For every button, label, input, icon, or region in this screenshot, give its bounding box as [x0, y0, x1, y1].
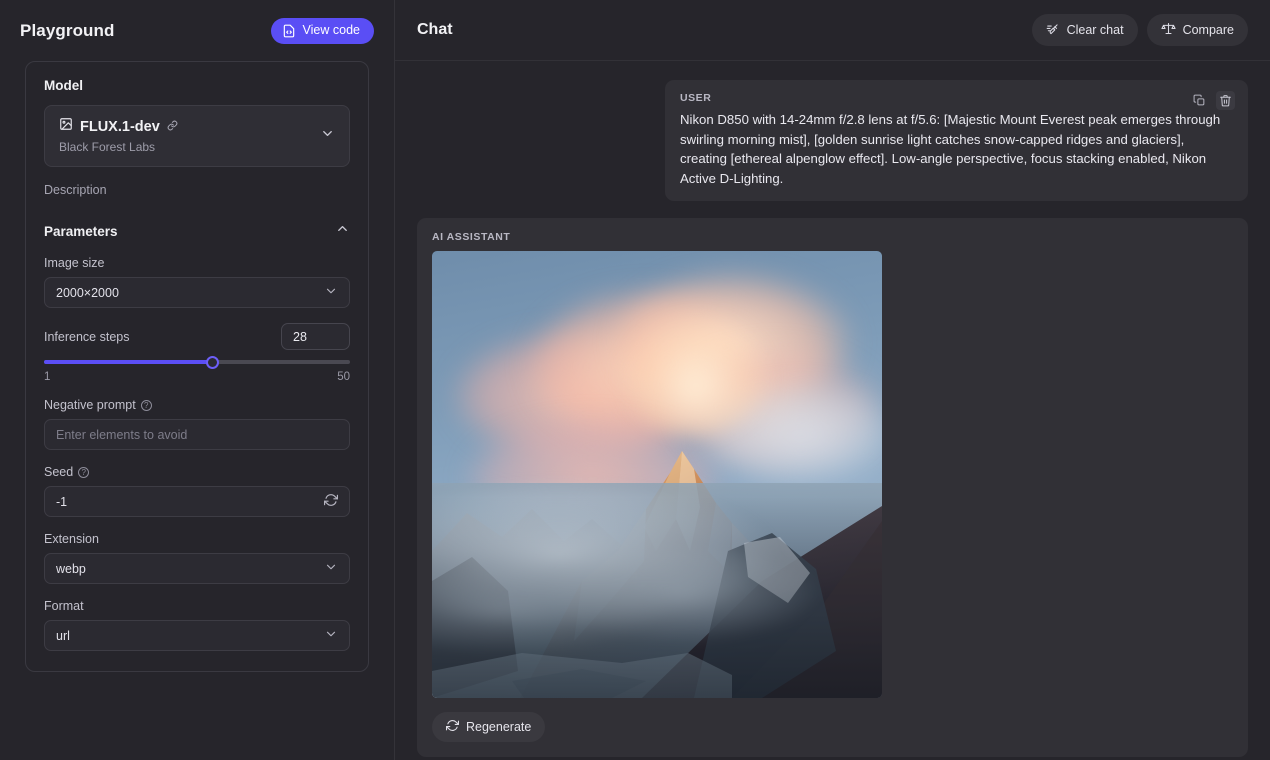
- description-label: Description: [44, 183, 107, 197]
- format-select[interactable]: url: [44, 620, 350, 651]
- negative-prompt-input[interactable]: Enter elements to avoid: [44, 419, 350, 450]
- model-selector[interactable]: FLUX.1-dev Black Forest Labs: [44, 105, 350, 167]
- sidebar-header: Playground View code: [0, 0, 394, 61]
- extension-field: Extension webp: [44, 532, 350, 584]
- image-model-icon: [59, 117, 73, 136]
- playground-app: Playground View code Model FLUX.1-dev Bl…: [0, 0, 1270, 760]
- negative-prompt-placeholder: Enter elements to avoid: [56, 427, 188, 442]
- negative-prompt-field: Negative prompt ? Enter elements to avoi…: [44, 398, 350, 450]
- inference-steps-value: 28: [293, 329, 307, 344]
- clear-chat-label: Clear chat: [1066, 22, 1124, 37]
- model-section-label: Model: [44, 78, 83, 93]
- model-name: FLUX.1-dev: [80, 118, 160, 135]
- format-value: url: [56, 628, 70, 643]
- copy-icon[interactable]: [1190, 91, 1209, 110]
- chevron-down-icon: [324, 560, 338, 577]
- slider-max-label: 50: [337, 371, 350, 383]
- seed-label-text: Seed: [44, 465, 74, 479]
- extension-value: webp: [56, 561, 86, 576]
- model-panel: Model FLUX.1-dev Black Forest Labs Descr…: [25, 61, 369, 672]
- seed-input[interactable]: -1: [44, 486, 350, 517]
- slider-thumb[interactable]: [205, 355, 219, 369]
- model-vendor: Black Forest Labs: [59, 140, 156, 154]
- negative-prompt-label-text: Negative prompt: [44, 398, 136, 412]
- view-code-label: View code: [302, 23, 360, 38]
- seed-value: -1: [56, 494, 68, 509]
- image-size-select[interactable]: 2000×2000: [44, 277, 350, 308]
- inference-steps-label: Inference steps: [44, 329, 130, 344]
- slider-fill: [44, 360, 213, 364]
- assistant-role-label: AI ASSISTANT: [432, 231, 511, 243]
- assistant-message: AI ASSISTANT Regenerate: [417, 218, 1248, 757]
- extension-select[interactable]: webp: [44, 553, 350, 584]
- file-code-icon: [282, 24, 296, 38]
- chevron-down-icon: [324, 627, 338, 644]
- left-sidebar: Playground View code Model FLUX.1-dev Bl…: [0, 0, 395, 760]
- slider-min-label: 1: [44, 371, 51, 383]
- vignette-layer: [432, 251, 882, 698]
- user-message-actions: [1190, 91, 1235, 110]
- chevron-down-icon: [324, 284, 338, 301]
- chat-title: Chat: [417, 21, 453, 38]
- regenerate-label: Regenerate: [466, 719, 532, 734]
- image-size-value: 2000×2000: [56, 285, 119, 300]
- page-title: Playground: [20, 20, 115, 40]
- parameters-label: Parameters: [44, 223, 118, 239]
- refresh-icon: [446, 719, 459, 735]
- format-label: Format: [44, 599, 84, 613]
- image-size-field: Image size 2000×2000: [44, 256, 350, 308]
- seed-label: Seed ?: [44, 465, 350, 479]
- image-size-label: Image size: [44, 256, 105, 270]
- chat-pane: Chat Clear chat Compare USER Nikon D850 …: [395, 0, 1270, 760]
- inference-steps-input[interactable]: 28: [281, 323, 350, 350]
- generated-image[interactable]: [432, 251, 882, 698]
- extension-label: Extension: [44, 532, 99, 546]
- user-message-text: Nikon D850 with 14-24mm f/2.8 lens at f/…: [680, 112, 1221, 186]
- chevron-down-icon: [320, 126, 335, 146]
- inference-steps-field: Inference steps 28 1 50: [44, 323, 350, 383]
- chevron-up-icon: [335, 221, 350, 241]
- chat-messages: USER Nikon D850 with 14-24mm f/2.8 lens …: [395, 61, 1270, 757]
- user-message: USER Nikon D850 with 14-24mm f/2.8 lens …: [665, 80, 1248, 201]
- user-role-label: USER: [680, 92, 712, 104]
- help-circle-icon[interactable]: ?: [140, 399, 152, 411]
- scales-icon: [1160, 21, 1176, 39]
- negative-prompt-label: Negative prompt ?: [44, 398, 350, 412]
- help-circle-icon[interactable]: ?: [78, 466, 90, 478]
- chat-header-actions: Clear chat Compare: [1031, 14, 1248, 46]
- seed-field: Seed ? -1: [44, 465, 350, 517]
- clear-chat-button[interactable]: Clear chat: [1031, 14, 1138, 46]
- external-link-icon[interactable]: [167, 118, 178, 136]
- format-field: Format url: [44, 599, 350, 651]
- compare-button[interactable]: Compare: [1146, 14, 1248, 46]
- inference-steps-slider[interactable]: [44, 355, 350, 369]
- compare-label: Compare: [1182, 22, 1234, 37]
- refresh-seed-icon[interactable]: [324, 493, 338, 510]
- chat-header: Chat Clear chat Compare: [395, 0, 1270, 61]
- delete-icon[interactable]: [1216, 91, 1235, 110]
- view-code-button[interactable]: View code: [270, 17, 374, 44]
- parameters-header[interactable]: Parameters: [44, 221, 350, 241]
- broom-icon: [1046, 22, 1060, 39]
- regenerate-button[interactable]: Regenerate: [432, 712, 546, 742]
